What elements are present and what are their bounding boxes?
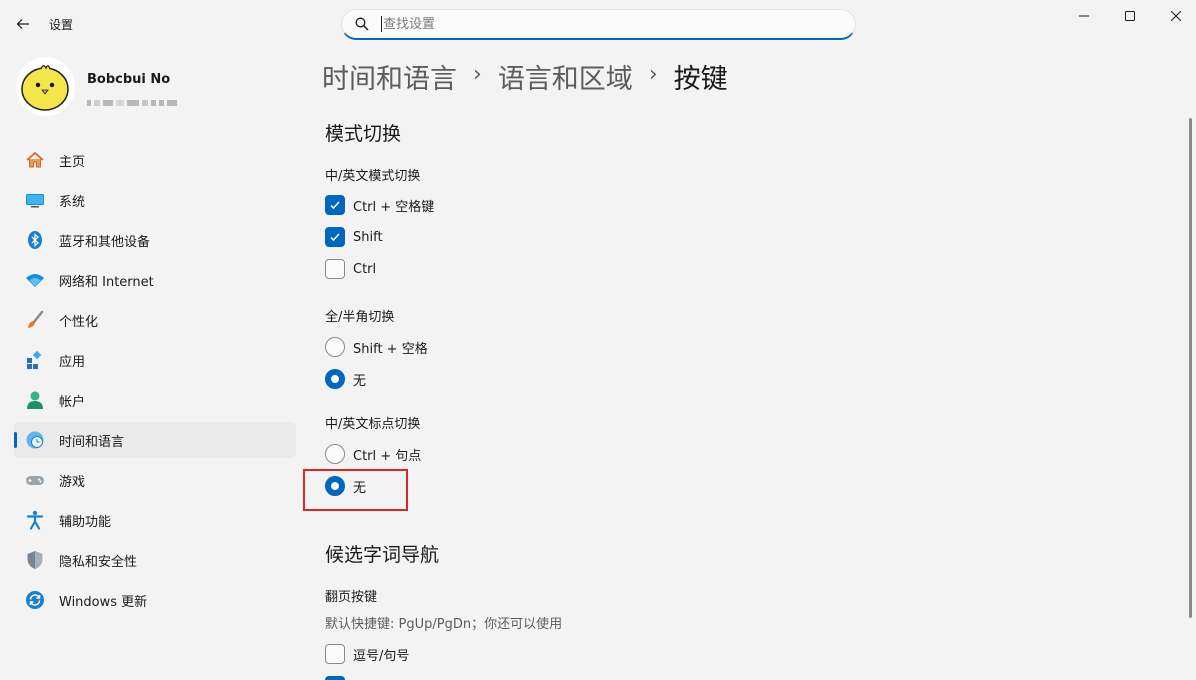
group-label-full-half: 全/半角切换 xyxy=(325,310,395,325)
gaming-icon xyxy=(25,470,45,490)
back-button[interactable] xyxy=(10,12,36,36)
radio-full-half-none[interactable]: 无 xyxy=(325,368,366,390)
bluetooth-icon xyxy=(25,230,45,250)
checkbox-unchecked[interactable] xyxy=(325,259,345,279)
update-icon xyxy=(25,590,45,610)
system-icon xyxy=(25,190,45,210)
account-icon xyxy=(25,390,45,410)
sidebar-nav: 主页 系统 蓝牙和其他设备 网络和 Internet 个性化 应用 帐户 时间和… xyxy=(14,142,296,622)
checkbox-checked[interactable] xyxy=(325,195,345,215)
sidebar-item-personalization[interactable]: 个性化 xyxy=(14,302,296,338)
app-title: 设置 xyxy=(49,18,74,32)
user-email-redacted xyxy=(87,92,203,106)
checkbox-shift[interactable]: Shift xyxy=(325,226,383,248)
time-language-icon xyxy=(25,430,45,450)
checkbox-ctrl[interactable]: Ctrl xyxy=(325,258,376,280)
sidebar-item-time-language[interactable]: 时间和语言 xyxy=(14,422,296,458)
brush-icon xyxy=(25,310,45,330)
highlight-annotation-box xyxy=(303,469,408,511)
sidebar-item-accessibility[interactable]: 辅助功能 xyxy=(14,502,296,538)
accessibility-icon xyxy=(25,510,45,530)
scrollbar[interactable] xyxy=(1189,118,1192,618)
checkbox-comma-period[interactable]: 逗号/句号 xyxy=(325,643,409,665)
section-title-candidate-nav: 候选字词导航 xyxy=(325,544,440,566)
checkbox-partially-visible[interactable] xyxy=(325,676,345,680)
home-icon xyxy=(25,150,45,170)
radio-unselected[interactable] xyxy=(325,337,345,357)
checkbox-checked[interactable] xyxy=(325,227,345,247)
user-profile[interactable]: Bobcbui No xyxy=(16,57,286,117)
sidebar-item-bluetooth[interactable]: 蓝牙和其他设备 xyxy=(14,222,296,258)
chick-avatar-icon xyxy=(21,65,69,111)
sidebar-item-system[interactable]: 系统 xyxy=(14,182,296,218)
paging-hint: 默认快捷键: PgUp/PgDn；你还可以使用 xyxy=(325,617,563,632)
group-label-cn-en-mode: 中/英文模式切换 xyxy=(325,169,421,184)
sidebar-item-accounts[interactable]: 帐户 xyxy=(14,382,296,418)
radio-ctrl-period[interactable]: Ctrl + 句点 xyxy=(325,443,421,465)
settings-content: 模式切换 中/英文模式切换 Ctrl + 空格键 Shift Ctrl 全/半角… xyxy=(325,0,1185,680)
avatar xyxy=(16,57,75,116)
checkmark-icon xyxy=(330,233,340,242)
checkmark-icon xyxy=(330,201,340,210)
sidebar-item-privacy[interactable]: 隐私和安全性 xyxy=(14,542,296,578)
group-label-punctuation: 中/英文标点切换 xyxy=(325,417,421,432)
radio-selected[interactable] xyxy=(325,369,345,389)
group-label-paging-keys: 翻页按键 xyxy=(325,590,378,605)
sidebar-item-windows-update[interactable]: Windows 更新 xyxy=(14,582,296,618)
sidebar-item-home[interactable]: 主页 xyxy=(14,142,296,178)
section-title-mode-switch: 模式切换 xyxy=(325,123,402,145)
wifi-icon xyxy=(25,270,45,290)
sidebar-item-gaming[interactable]: 游戏 xyxy=(14,462,296,498)
user-name: Bobcbui No xyxy=(87,72,171,87)
sidebar-item-network[interactable]: 网络和 Internet xyxy=(14,262,296,298)
checkbox-ctrl-space[interactable]: Ctrl + 空格键 xyxy=(325,194,434,216)
checkbox-unchecked[interactable] xyxy=(325,644,345,664)
shield-icon xyxy=(25,550,45,570)
arrow-left-icon xyxy=(16,19,29,29)
radio-shift-space[interactable]: Shift + 空格 xyxy=(325,336,428,358)
sidebar-item-apps[interactable]: 应用 xyxy=(14,342,296,378)
radio-unselected[interactable] xyxy=(325,444,345,464)
apps-icon xyxy=(25,350,45,370)
